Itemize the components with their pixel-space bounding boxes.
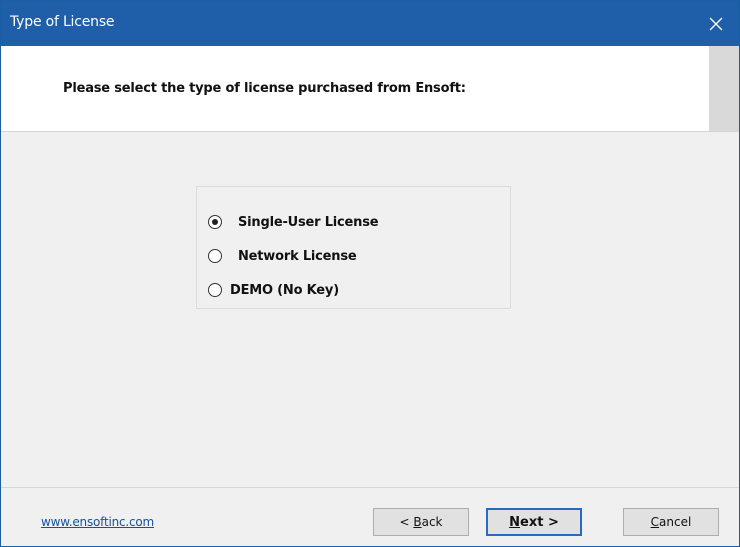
radio-label: Single-User License [238, 214, 379, 230]
back-rest: ack [421, 515, 443, 529]
cancel-mnemonic: C [650, 515, 660, 529]
radio-selected-icon[interactable] [208, 215, 222, 229]
back-mnemonic: B [413, 515, 422, 529]
radio-label: Network License [238, 248, 357, 264]
radio-network-license[interactable]: Network License [208, 246, 357, 266]
license-type-group: Single-User License Network License DEMO… [196, 186, 511, 309]
window-title: Type of License [10, 14, 115, 30]
title-bar: Type of License [1, 1, 739, 46]
back-prefix: < [399, 515, 414, 529]
ensoft-website-link[interactable]: www.ensoftinc.com [41, 515, 154, 529]
radio-demo-no-key[interactable]: DEMO (No Key) [208, 280, 339, 300]
dialog-footer: www.ensoftinc.com < Back Next > Cancel [1, 488, 739, 546]
radio-unselected-icon[interactable] [208, 283, 222, 297]
header-prompt: Please select the type of license purcha… [63, 81, 466, 96]
close-button[interactable] [693, 1, 739, 46]
next-button[interactable]: Next > [486, 508, 582, 536]
radio-single-user-license[interactable]: Single-User License [208, 212, 379, 232]
back-button[interactable]: < Back [373, 508, 469, 536]
dialog-content: Single-User License Network License DEMO… [1, 132, 739, 487]
radio-unselected-icon[interactable] [208, 249, 222, 263]
radio-label: DEMO (No Key) [230, 282, 339, 298]
dialog-header: Please select the type of license purcha… [1, 46, 739, 132]
next-mnemonic: N [509, 514, 521, 530]
license-dialog: Type of License Please select the type o… [0, 0, 740, 547]
header-scrollbar[interactable] [709, 46, 739, 131]
close-icon [709, 17, 723, 30]
cancel-button[interactable]: Cancel [623, 508, 719, 536]
cancel-rest: ancel [659, 515, 692, 529]
next-rest: ext > [520, 514, 559, 530]
